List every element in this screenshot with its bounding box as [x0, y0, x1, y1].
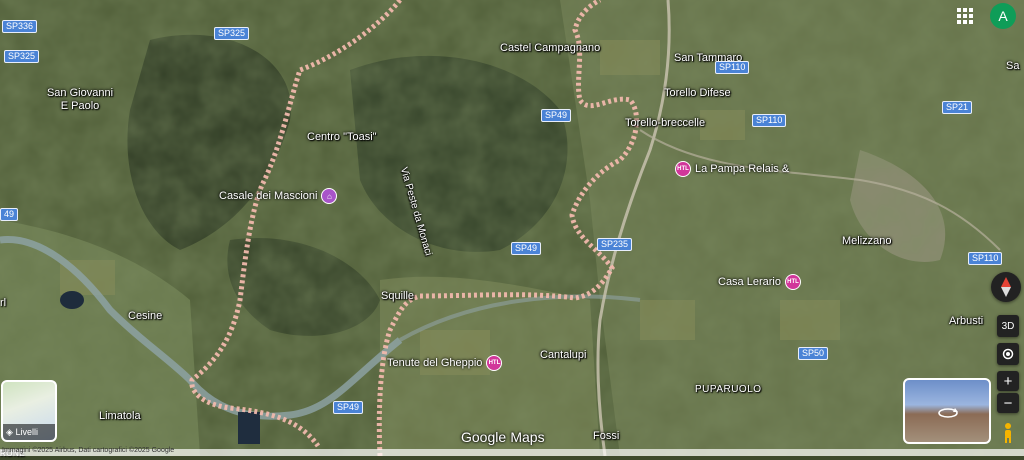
landmark-icon: ⌂: [321, 188, 338, 204]
layers-label: Livelli: [15, 427, 38, 437]
road-shield: SP325: [4, 50, 40, 63]
road-shield: SP21: [942, 101, 973, 114]
road-shield: SP110: [752, 114, 787, 127]
poi-label: Tenute del Gheppio: [387, 357, 483, 369]
road-shield: SP235: [597, 238, 633, 251]
attribution-text: Immagini ©2025 Airbus, Dati cartografici…: [2, 447, 175, 454]
compass-button[interactable]: [991, 272, 1021, 302]
road-shield: SP110: [715, 61, 750, 74]
place-puparuolo: PUPARUOLO: [695, 384, 762, 395]
place-rl: rl: [0, 297, 7, 309]
account-avatar[interactable]: A: [990, 3, 1016, 29]
google-maps-logo: Google Maps: [461, 429, 545, 446]
layers-label-row: ◈ Livelli: [3, 424, 55, 440]
layers-icon: ◈: [6, 427, 13, 437]
hotel-icon: HTL: [784, 274, 801, 290]
pegman-icon: [1005, 423, 1011, 443]
place-san-giovanni: San Giovanni E Paolo: [46, 87, 114, 112]
poi-label: Casa Lerario: [718, 276, 781, 288]
poi-label: La Pampa Relais &: [695, 163, 790, 175]
zoom-out-button[interactable]: −: [997, 393, 1019, 413]
apps-grid-icon[interactable]: [957, 8, 973, 24]
place-cesine: Cesine: [128, 310, 163, 322]
rotate-360-icon: [938, 408, 958, 418]
place-centro-toasi: Centro "Toasi": [307, 131, 377, 143]
my-location-icon: [1002, 348, 1014, 360]
attribution-bar: Immagini ©2025 Airbus, Dati cartografici…: [0, 447, 1024, 456]
place-torello-breccelle: Torello-breccelle: [625, 117, 706, 129]
place-fossi: Fossi: [593, 430, 620, 442]
poi-casale-dei-mascioni[interactable]: Casale dei Mascioni ⌂: [219, 188, 338, 204]
my-location-button[interactable]: [997, 343, 1019, 365]
pegman-button[interactable]: [999, 421, 1017, 445]
road-shield: SP50: [798, 347, 829, 360]
place-limatola: Limatola: [99, 410, 141, 422]
3d-toggle-button[interactable]: 3D: [997, 315, 1019, 337]
road-shield: SP49: [541, 109, 572, 122]
hotel-icon: HTL: [675, 161, 691, 177]
road-shield: SP49: [333, 401, 364, 414]
road-shield: SP336: [2, 20, 38, 33]
compass-icon: [1001, 277, 1011, 297]
place-arbusti: Arbusti: [949, 315, 984, 327]
hotel-icon: HTL: [486, 355, 503, 371]
poi-label: Casale dei Mascioni: [219, 190, 318, 202]
layers-button[interactable]: ◈ Livelli: [1, 380, 57, 442]
place-castel-campagnano: Castel Campagnano: [500, 42, 601, 54]
place-torello-difese: Torello Difese: [664, 87, 731, 99]
place-squille: Squille: [381, 290, 415, 302]
poi-tenute-del-gheppio[interactable]: Tenute del Gheppio HTL: [387, 355, 503, 371]
road-shield: SP110: [968, 252, 1003, 265]
poi-casa-lerario[interactable]: Casa Lerario HTL: [718, 274, 801, 290]
satellite-map[interactable]: [0, 0, 1024, 456]
road-shield: SP325: [214, 27, 250, 40]
poi-la-pampa-relais[interactable]: HTL La Pampa Relais &: [675, 161, 789, 177]
logo-maps-text: Maps: [510, 429, 545, 445]
zoom-in-button[interactable]: +: [997, 371, 1019, 391]
street-view-thumbnail[interactable]: [903, 378, 991, 444]
logo-google-text: Google: [461, 429, 507, 445]
place-sa: Sa: [1006, 60, 1020, 72]
place-melizzano: Melizzano: [842, 235, 892, 247]
place-cantalupi: Cantalupi: [540, 349, 587, 361]
road-shield: 49: [0, 208, 19, 221]
road-shield: SP49: [511, 242, 542, 255]
